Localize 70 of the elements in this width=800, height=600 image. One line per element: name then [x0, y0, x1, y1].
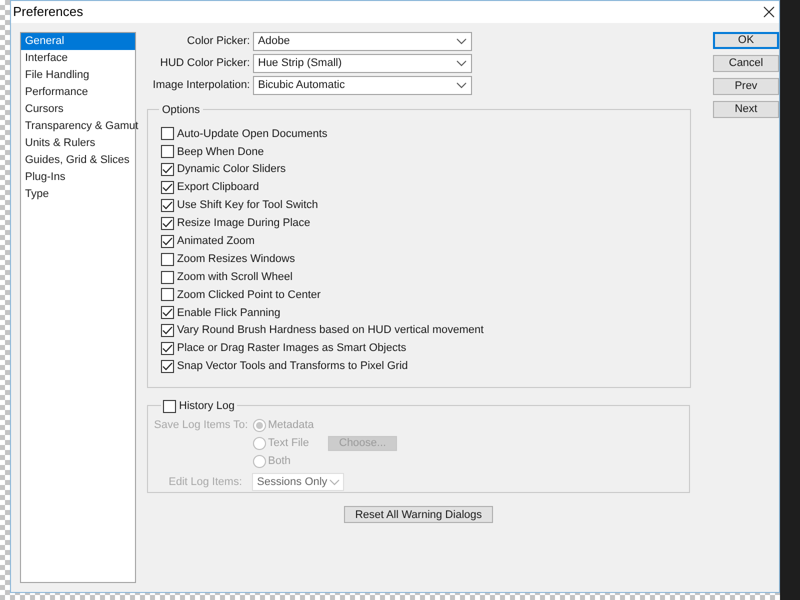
checkbox[interactable] [161, 270, 174, 284]
option-label: Vary Round Brush Hardness based on HUD vertical movement [177, 323, 484, 338]
checkbox[interactable] [161, 234, 174, 248]
dropdown[interactable]: Adobe [253, 32, 472, 51]
checkbox[interactable] [161, 199, 174, 212]
option-label: Zoom Clicked Point to Center [177, 288, 321, 303]
option-label: Zoom Resizes Windows [177, 252, 295, 267]
option-label: Snap Vector Tools and Transforms to Pixel Grid [177, 359, 408, 374]
checkbox-label: History Log [179, 399, 235, 414]
chevron-down-icon [456, 60, 467, 67]
picker-label: Color Picker: [186, 34, 251, 50]
checkmark-icon [162, 362, 173, 372]
chevron-down-icon [456, 38, 467, 45]
option-label: Use Shift Key for Tool Switch [177, 198, 318, 214]
reset-button[interactable]: Reset All Warning Dialogs [344, 506, 493, 523]
option-label: Auto-Update Open Documents [177, 126, 328, 142]
sidebar-item[interactable]: File Handling [21, 67, 135, 84]
sidebar-item[interactable]: Guides, Grid & Slices [21, 152, 135, 169]
checkbox[interactable] [161, 306, 174, 320]
sidebar-item[interactable]: Type [21, 186, 135, 203]
chevron-down-icon [329, 478, 340, 486]
radio-label: Metadata [268, 418, 315, 433]
checkmark-icon [162, 165, 173, 174]
group-title: Options [159, 102, 203, 118]
checkbox[interactable] [161, 127, 174, 140]
checkmark-icon [162, 201, 173, 210]
field-label: Edit Log Items: [168, 474, 243, 490]
dialog-button[interactable]: Cancel [713, 55, 779, 72]
checkbox[interactable] [161, 145, 174, 158]
dialog-button[interactable]: OK [713, 32, 779, 49]
checkmark-icon [162, 218, 173, 228]
checkbox[interactable] [161, 360, 174, 374]
dialog-button[interactable]: Next [713, 101, 779, 118]
field-label: Save Log Items To: [153, 418, 249, 433]
option-label: Dynamic Color Sliders [177, 162, 286, 178]
checkbox[interactable] [161, 181, 174, 194]
dropdown[interactable]: Hue Strip (Small) [253, 54, 472, 73]
sidebar-item[interactable]: Performance [21, 84, 135, 101]
checkmark-icon [162, 236, 173, 246]
option-label: Animated Zoom [177, 234, 255, 250]
chevron-down-icon [456, 82, 467, 89]
checkmark-icon [162, 308, 173, 318]
dialog-button[interactable]: Prev [713, 78, 779, 95]
option-label: Zoom with Scroll Wheel [177, 270, 293, 285]
checkbox[interactable] [161, 216, 174, 230]
checkbox[interactable] [161, 252, 174, 266]
option-label: Place or Drag Raster Images as Smart Objects [177, 341, 406, 356]
checkmark-icon [162, 344, 173, 354]
sidebar-item[interactable]: Plug-Ins [21, 169, 135, 186]
sidebar-item[interactable]: Interface [21, 50, 135, 67]
picker-label: Image Interpolation: [152, 78, 251, 94]
option-label: Export Clipboard [177, 180, 259, 196]
option-label: Resize Image During Place [177, 216, 310, 232]
window-title: Preferences [13, 3, 84, 22]
dropdown[interactable]: Bicubic Automatic [253, 76, 472, 95]
checkbox[interactable] [161, 324, 174, 338]
checkmark-icon [162, 183, 173, 192]
radio-label: Text File [268, 436, 310, 451]
checkbox[interactable] [161, 288, 174, 302]
sidebar-item[interactable]: General [21, 33, 135, 50]
option-label: Enable Flick Panning [177, 306, 280, 321]
picker-label: HUD Color Picker: [159, 56, 251, 72]
sidebar-item[interactable]: Cursors [21, 101, 135, 118]
checkmark-icon [162, 326, 173, 336]
radio-label: Both [268, 454, 292, 469]
option-label: Beep When Done [177, 144, 264, 160]
checkbox[interactable] [161, 163, 174, 176]
checkbox[interactable] [161, 342, 174, 356]
sidebar-item[interactable]: Units & Rulers [21, 135, 135, 152]
close-icon[interactable] [763, 6, 775, 18]
